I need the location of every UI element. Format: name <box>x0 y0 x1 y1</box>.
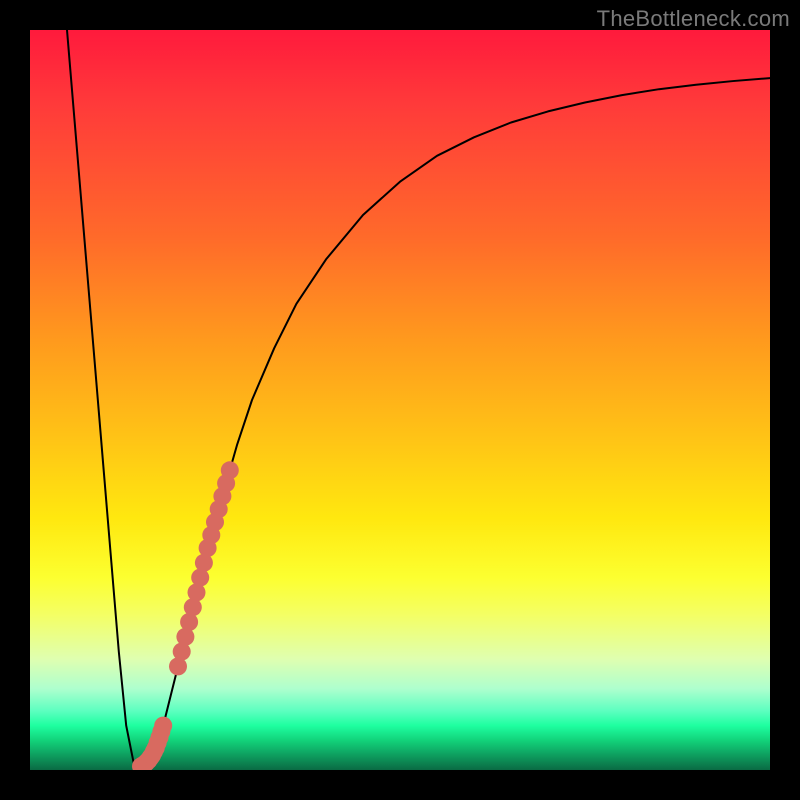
chart-svg <box>30 30 770 770</box>
watermark-text: TheBottleneck.com <box>597 6 790 32</box>
curve-path <box>67 30 770 766</box>
highlight-marker <box>221 461 239 479</box>
plot-area <box>30 30 770 770</box>
chart-frame: TheBottleneck.com <box>0 0 800 800</box>
highlight-marker <box>154 717 172 735</box>
